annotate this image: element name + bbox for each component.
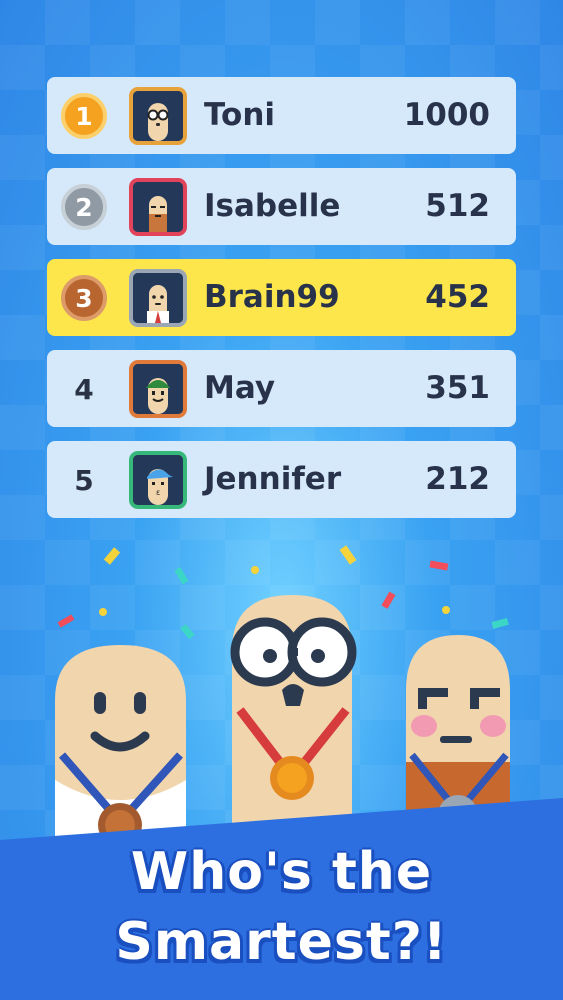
bronze-medal-icon: 3 [61, 275, 107, 321]
player-score: 351 [425, 370, 490, 406]
leaderboard-row-1[interactable]: 1 Toni 1000 [47, 77, 516, 154]
game-screen: 1 Toni 1000 2 Isabelle 512 3 Brain99 452… [0, 0, 563, 1000]
leaderboard-row-2[interactable]: 2 Isabelle 512 [47, 168, 516, 245]
player-score: 452 [425, 279, 490, 315]
player-score: 1000 [403, 97, 490, 133]
leaderboard-row-5[interactable]: 5 ε Jennifer 212 [47, 441, 516, 518]
player-score: 212 [425, 461, 490, 497]
title-line-1: Who's the [130, 842, 433, 902]
player-name: Toni [204, 97, 276, 133]
avatar-tie-icon [129, 269, 187, 327]
avatar-glasses-icon [129, 87, 187, 145]
title-line-2: Smartest?! [115, 912, 448, 972]
rank-number: 5 [74, 463, 94, 497]
leaderboard-row-3[interactable]: 3 Brain99 452 [47, 259, 516, 336]
silver-medal-icon: 2 [61, 184, 107, 230]
rank-number: 4 [74, 372, 94, 406]
gold-medal-icon: 1 [61, 93, 107, 139]
avatar-beard-icon [129, 178, 187, 236]
player-name: Isabelle [204, 188, 341, 224]
avatar-hat-icon [129, 360, 187, 418]
leaderboard-row-4[interactable]: 4 May 351 [47, 350, 516, 427]
player-name: Jennifer [204, 461, 342, 497]
avatar-cap-icon: ε [129, 451, 187, 509]
svg-text:ε: ε [156, 488, 160, 497]
player-score: 512 [425, 188, 490, 224]
player-name: May [204, 370, 276, 406]
player-name: Brain99 [204, 279, 340, 315]
